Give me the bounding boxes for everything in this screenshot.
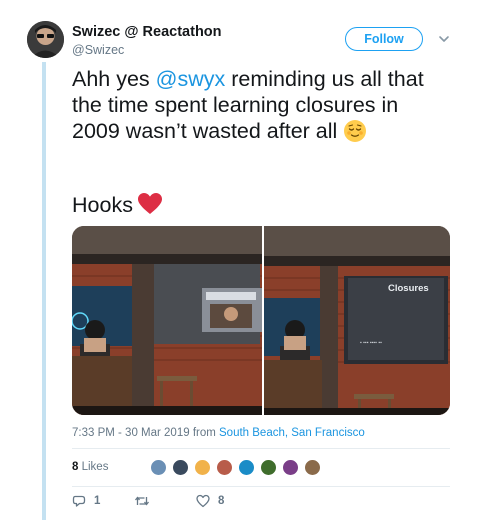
tweet-meta: 7:33 PM - 30 Mar 2019 from South Beach, … <box>72 427 365 439</box>
media-gallery[interactable]: ▪ ▪▪▪ ▪▪▪▪ ▪▪ Closures <box>72 226 450 415</box>
likes-count[interactable]: 8 Likes <box>72 461 108 473</box>
liker-avatar[interactable] <box>194 458 212 476</box>
liker-avatar[interactable] <box>150 458 168 476</box>
liker-avatar[interactable] <box>260 458 278 476</box>
avatar-image <box>27 21 64 58</box>
retweet-action[interactable] <box>134 494 196 508</box>
tweet-text: Ahh yes @swyx reminding us all that the … <box>72 66 452 144</box>
location-link[interactable]: South Beach, San Francisco <box>219 427 365 439</box>
tweet-text-before: Ahh yes <box>72 67 156 91</box>
like-action[interactable]: 8 <box>196 494 224 508</box>
user-handle[interactable]: @Swizec <box>72 42 222 58</box>
likes-row: 8 Likes <box>72 456 326 478</box>
hooks-line: Hooks <box>72 192 163 218</box>
slide-title: Closures <box>388 283 429 294</box>
avatar[interactable] <box>27 21 64 58</box>
action-bar: 1 8 <box>72 494 224 508</box>
tweet-timestamp[interactable]: 7:33 PM - 30 Mar 2019 <box>72 427 190 439</box>
display-name[interactable]: Swizec @ Reactathon <box>72 24 222 41</box>
likes-count-label: Likes <box>78 461 109 473</box>
liker-avatar[interactable] <box>304 458 322 476</box>
like-count: 8 <box>218 495 225 507</box>
relieved-face-emoji <box>344 120 367 142</box>
liker-avatar[interactable] <box>238 458 256 476</box>
photo-2-image: ▪ ▪▪▪ ▪▪▪▪ ▪▪ <box>264 226 450 415</box>
thread-line <box>42 62 46 520</box>
divider-top <box>72 448 450 449</box>
heart-icon[interactable] <box>196 494 210 508</box>
follow-button[interactable]: Follow <box>345 27 423 51</box>
liker-avatar[interactable] <box>282 458 300 476</box>
hooks-text: Hooks <box>72 193 133 217</box>
chevron-down-icon[interactable] <box>437 32 451 46</box>
reply-count: 1 <box>94 495 101 507</box>
mention-link[interactable]: @swyx <box>156 67 226 91</box>
svg-text:▪ ▪▪▪ ▪▪▪▪ ▪▪: ▪ ▪▪▪ ▪▪▪▪ ▪▪ <box>360 340 382 346</box>
author-block[interactable]: Swizec @ Reactathon @Swizec <box>72 24 222 58</box>
divider-bottom <box>72 486 450 487</box>
photo-1-image <box>72 226 262 415</box>
retweet-icon[interactable] <box>134 494 150 508</box>
photo-1[interactable] <box>72 226 262 415</box>
liker-avatar[interactable] <box>172 458 190 476</box>
reply-action[interactable]: 1 <box>72 494 134 508</box>
liker-avatar[interactable] <box>216 458 234 476</box>
red-heart-emoji <box>137 193 162 214</box>
reply-icon[interactable] <box>72 494 86 508</box>
from-label: from <box>189 427 220 439</box>
photo-2[interactable]: ▪ ▪▪▪ ▪▪▪▪ ▪▪ Closures <box>264 226 450 415</box>
